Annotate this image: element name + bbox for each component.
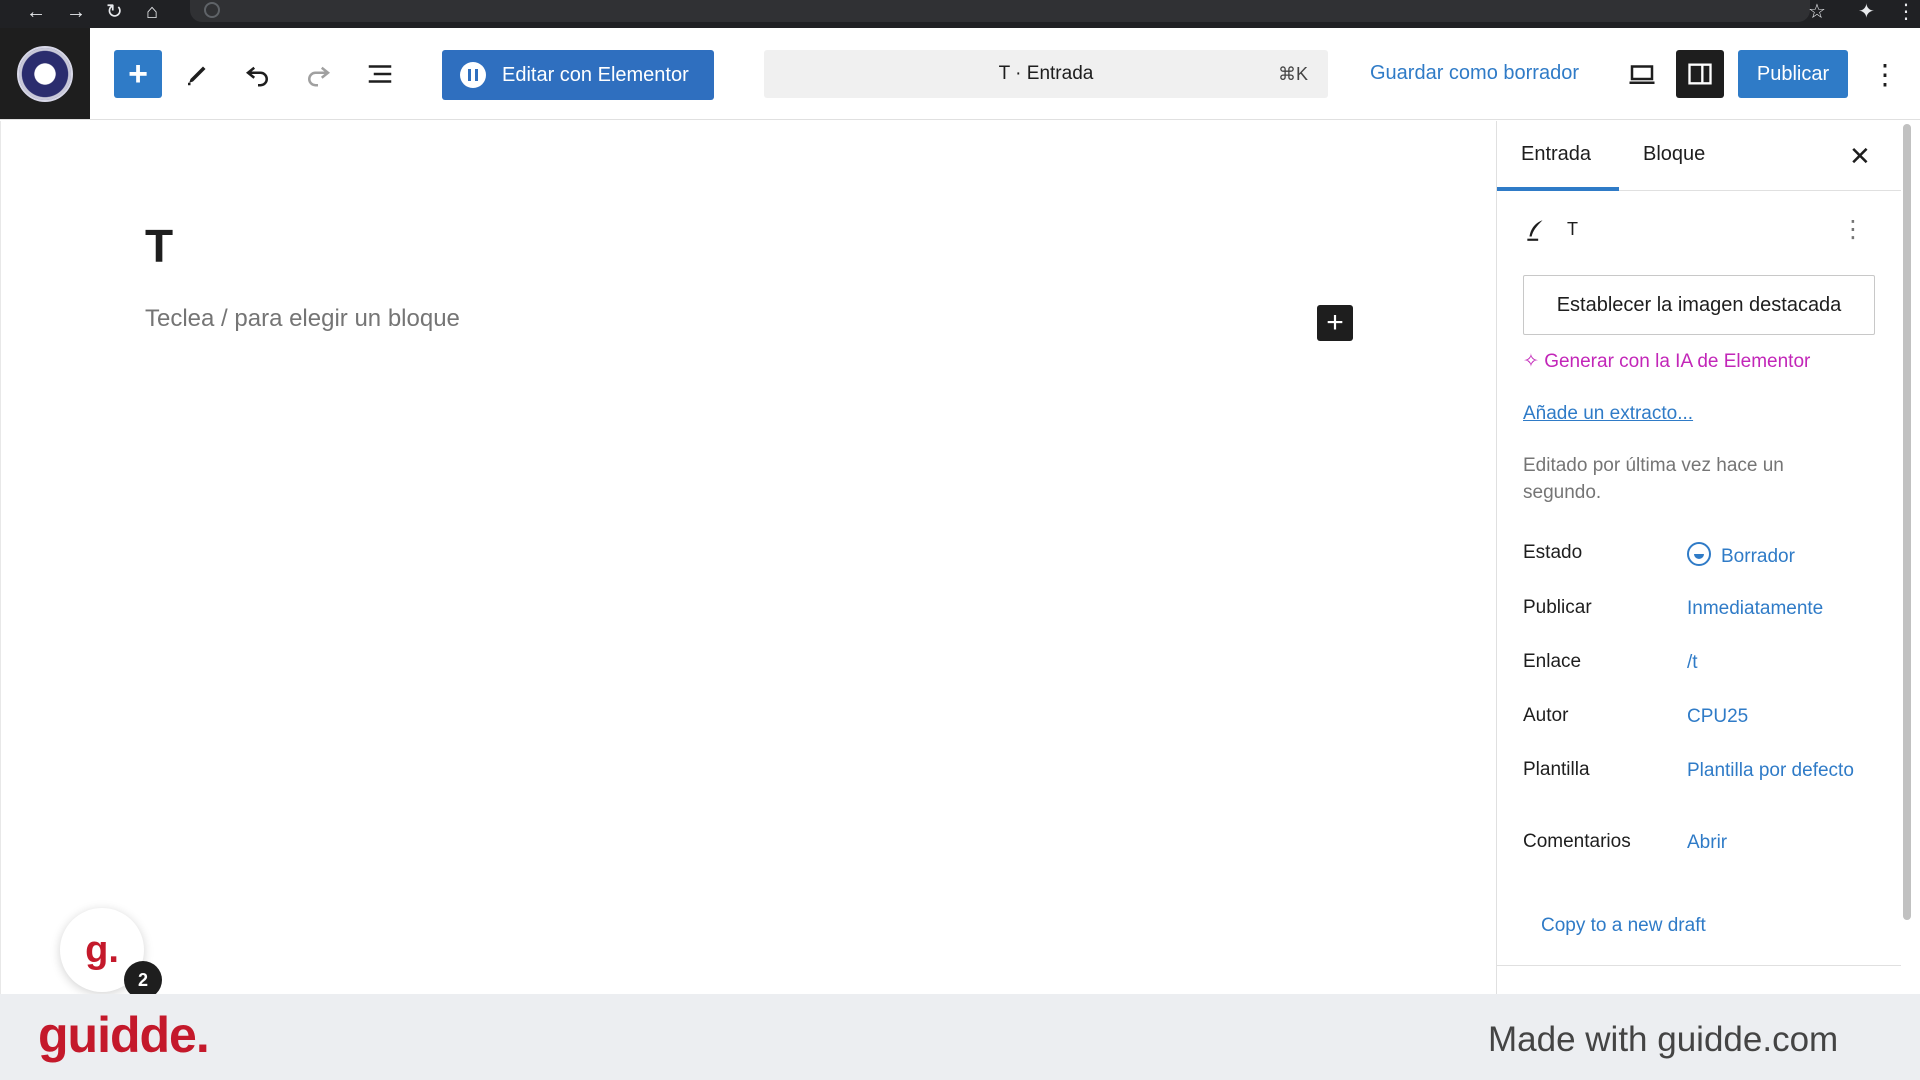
last-edited-text: Editado por última vez hace un segundo. [1523,455,1784,503]
generate-with-ai-link[interactable]: ✧ Generar con la IA de Elementor [1523,350,1810,373]
template-value[interactable]: Plantilla por defecto [1687,759,1867,783]
address-bar[interactable] [190,0,1810,22]
author-value[interactable]: CPU25 [1687,705,1867,729]
post-summary-title: T [1567,219,1578,239]
save-draft-button[interactable]: Guardar como borrador [1370,62,1579,85]
copy-to-new-draft-link[interactable]: Copy to a new draft [1541,915,1706,937]
made-with-guidde-text: Made with guidde.com [1488,1020,1839,1059]
tab-bloque[interactable]: Bloque [1643,143,1705,166]
undo-icon[interactable] [234,50,282,98]
publish-date-label: Publicar [1523,597,1592,618]
sidebar-panel-icon [1688,63,1712,85]
site-logo-emblem [17,45,73,102]
bookmark-star-icon[interactable]: ☆ [1808,2,1826,22]
add-excerpt-link[interactable]: Añade un extracto... [1523,403,1693,425]
comments-value[interactable]: Abrir [1687,831,1867,855]
extensions-icon[interactable]: ✦ [1858,2,1875,22]
status-value[interactable]: Borrador [1687,542,1867,569]
comments-label: Comentarios [1523,831,1631,852]
link-label: Enlace [1523,651,1582,672]
status-label: Estado [1523,542,1583,563]
pen-nib-icon [1523,215,1549,250]
browser-menu-icon[interactable]: ⋮ [1896,2,1916,22]
publish-button[interactable]: Publicar [1738,50,1848,98]
close-sidebar-icon[interactable]: ✕ [1849,141,1871,172]
document-title: T · Entrada [998,63,1094,84]
tools-pencil-icon[interactable] [174,50,222,98]
template-label: Plantilla [1523,759,1590,780]
post-title[interactable]: T [145,219,173,273]
home-icon[interactable]: ⌂ [146,2,158,22]
set-featured-image-button[interactable]: Establecer la imagen destacada [1523,275,1875,335]
options-menu-icon[interactable]: ⋮ [1870,54,1900,94]
tab-entrada[interactable]: Entrada [1521,143,1591,166]
settings-sidebar: Entrada Bloque ✕ T ⋮ Establecer la image… [1496,121,1901,994]
redo-icon[interactable] [294,50,342,98]
edit-with-elementor-label: Editar con Elementor [502,63,689,86]
sidebar-divider [1497,965,1901,966]
reload-icon[interactable]: ↻ [106,2,123,22]
inline-block-inserter-button[interactable]: + [1317,305,1353,341]
elementor-logo-icon [460,62,486,88]
preview-desktop-icon[interactable] [1622,54,1662,94]
guidde-footer: guidde. Made with guidde.com [0,994,1920,1080]
edit-with-elementor-button[interactable]: Editar con Elementor [442,50,714,100]
guidde-logo: guidde. [38,1007,210,1063]
publish-date-value[interactable]: Inmediatamente [1687,597,1867,621]
draft-status-icon [1687,542,1711,566]
link-value[interactable]: /t [1687,651,1867,675]
browser-toolbar: ← → ↻ ⌂ ☆ ✦ ⋮ [0,0,1920,28]
forward-arrow-icon[interactable]: → [66,2,86,22]
site-logo[interactable] [0,28,90,119]
post-actions-menu-icon[interactable]: ⋮ [1841,215,1865,244]
back-arrow-icon[interactable]: ← [26,2,46,22]
guidde-bubble-logo: g. [85,928,119,971]
command-shortcut: ⌘K [1277,63,1308,84]
sidebar-scrollbar[interactable] [1902,124,1912,924]
generate-with-ai-label: Generar con la IA de Elementor [1544,351,1811,372]
settings-sidebar-toggle[interactable] [1676,50,1724,98]
status-value-text: Borrador [1721,546,1795,567]
command-palette-bar[interactable]: T · Entrada ⌘K [764,50,1328,98]
sidebar-tabs: Entrada Bloque ✕ [1497,121,1901,191]
author-label: Autor [1523,705,1569,726]
document-overview-icon[interactable] [356,50,404,98]
scrollbar-thumb[interactable] [1903,124,1911,920]
block-placeholder[interactable]: Teclea / para elegir un bloque [145,305,460,333]
site-info-icon[interactable] [204,2,220,18]
active-tab-indicator [1497,187,1619,191]
ai-sparkle-icon: ✧ [1523,351,1545,372]
block-inserter-button[interactable]: + [114,50,162,98]
editor-canvas[interactable]: T Teclea / para elegir un bloque + [0,121,1496,994]
editor-header: + Editar con Elementor T · Entrada ⌘K Gu… [0,28,1920,120]
